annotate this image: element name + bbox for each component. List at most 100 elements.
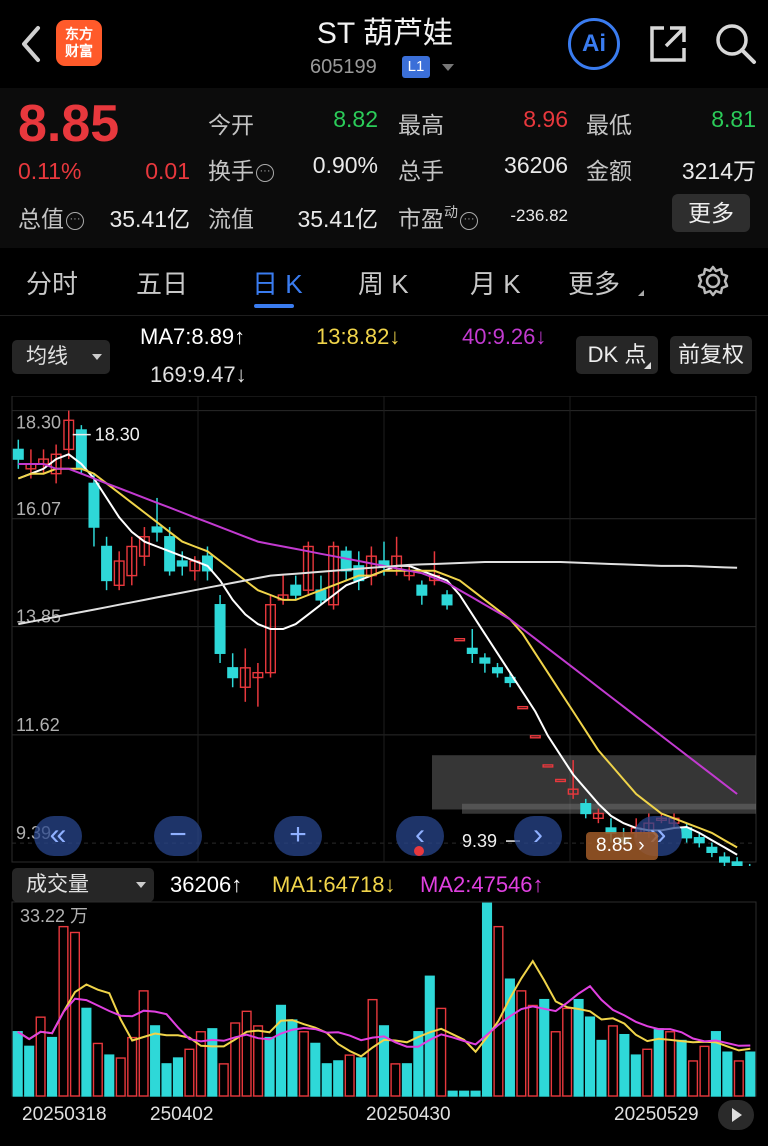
candle-body — [718, 856, 730, 863]
min-annotation: 9.39 — [462, 831, 497, 851]
volume-bar — [424, 975, 435, 1097]
volume-bar — [550, 1031, 561, 1097]
volume-bar — [69, 931, 81, 1097]
volume-max-label: 33.22 万 — [20, 906, 88, 926]
float-value: 35.41亿 — [297, 206, 378, 232]
volume-bar — [310, 1042, 321, 1097]
volume-bar — [493, 925, 504, 1097]
indicator-select[interactable]: 均线 — [12, 340, 110, 374]
zoom-out-button[interactable]: − — [154, 816, 202, 856]
volume-bar — [344, 1054, 355, 1097]
volume-bar — [161, 1063, 172, 1097]
ma-indicator-bar: 均线 MA7:8.89↑ 13:8.82↓ 40:9.26↓ 169:9.47↓… — [0, 316, 768, 396]
open-value: 8.82 — [333, 106, 378, 132]
ai-assistant-icon[interactable]: Ai — [568, 18, 620, 70]
volume-bar — [24, 1045, 35, 1097]
info-icon[interactable]: ··· — [66, 212, 84, 230]
zoom-out-far-button[interactable]: « — [34, 816, 82, 856]
tab-intraday[interactable]: 分时 — [26, 264, 78, 301]
candle-body — [176, 560, 188, 567]
corner-arrow-icon — [638, 290, 644, 296]
date-label: 250402 — [150, 1104, 214, 1125]
active-tab-indicator — [254, 304, 294, 308]
high-value: 8.96 — [523, 106, 568, 132]
float-label: 流值 — [208, 206, 254, 232]
pe-label: 市盈动 ··· — [398, 200, 478, 234]
volume-bar — [127, 1036, 138, 1097]
volume-bar — [218, 1063, 229, 1097]
volume-bar — [321, 1063, 332, 1097]
ma169-label: 169:9.47↓ — [150, 362, 247, 387]
candle-body — [466, 647, 478, 654]
volume-bar — [104, 1054, 115, 1097]
ma13-label: 13:8.82↓ — [316, 324, 401, 349]
stock-name: ST 葫芦娃 — [316, 17, 454, 50]
candle-body — [101, 545, 113, 582]
info-icon[interactable]: ··· — [460, 212, 478, 230]
turnover-value: 0.90% — [312, 152, 378, 178]
volume-chart: 33.22 万 — [11, 901, 757, 1097]
volume-bar — [241, 1010, 252, 1097]
vol-ma2-label: MA2:47546↑ — [420, 872, 544, 897]
gap-zone — [432, 755, 756, 810]
candle-body — [340, 550, 352, 572]
turnover-label: 换手 ··· — [208, 152, 274, 186]
volume-bar — [264, 1036, 275, 1097]
volume-bar — [356, 1057, 367, 1097]
gear-icon[interactable] — [696, 264, 730, 298]
volume-bar — [562, 1007, 573, 1097]
more-button[interactable]: 更多 — [672, 194, 750, 232]
volume-select[interactable]: 成交量 — [12, 868, 154, 902]
tab-weekly-k[interactable]: 周 K — [358, 264, 409, 301]
candle-body — [88, 482, 100, 528]
volume-bar — [596, 1039, 607, 1097]
level-badge[interactable]: L1 — [402, 56, 430, 78]
logo-line1: 东方 — [65, 26, 93, 42]
chevron-down-icon[interactable] — [442, 64, 454, 71]
search-icon[interactable] — [712, 20, 758, 66]
play-button[interactable] — [718, 1100, 754, 1130]
volume-bar — [92, 1042, 103, 1097]
volume-bar — [184, 1048, 195, 1097]
volume-bar — [481, 902, 493, 1097]
kline-chart[interactable]: 18.3016.0713.8511.629.3918.309.39 — [0, 396, 768, 866]
gap-zone — [462, 803, 756, 814]
tab-monthly-k[interactable]: 月 K — [470, 264, 521, 301]
volume-bar — [35, 1016, 46, 1097]
change-value: 0.01 — [145, 158, 190, 184]
candle-body — [517, 705, 529, 710]
max-annotation: 18.30 — [95, 425, 140, 445]
candle-body — [416, 584, 428, 596]
y-tick-label: 18.30 — [16, 413, 61, 433]
tab-five-day[interactable]: 五日 — [136, 264, 188, 301]
corner-arrow-icon — [644, 362, 651, 369]
mcap-label: 总值 ··· — [18, 200, 84, 234]
volume-bar — [687, 1060, 699, 1097]
volume-bar — [619, 1033, 630, 1097]
zoom-in-button[interactable]: + — [274, 816, 322, 856]
chevron-down-icon — [136, 882, 146, 888]
mcap-value: 35.41亿 — [109, 206, 190, 232]
volume-bar — [447, 1090, 458, 1097]
adjust-button[interactable]: 前复权 — [670, 336, 752, 374]
ma-line-ma169 — [18, 561, 738, 626]
pan-right-button[interactable]: › — [514, 816, 562, 856]
change-pct: 0.11% — [18, 158, 82, 184]
open-label: 今开 — [208, 112, 254, 138]
amount-label: 金额 — [586, 158, 632, 184]
volume-bar — [733, 1060, 744, 1097]
y-tick-label: 11.62 — [16, 715, 60, 735]
tab-more[interactable]: 更多 — [568, 264, 620, 301]
volume-bar — [275, 1004, 287, 1097]
tab-daily-k[interactable]: 日 K — [252, 264, 303, 301]
volume-bar — [722, 1051, 733, 1097]
info-icon[interactable]: ··· — [256, 164, 274, 182]
share-icon[interactable] — [646, 22, 690, 66]
back-arrow-icon[interactable] — [16, 24, 46, 64]
volume-value: 36206 — [504, 152, 568, 178]
low-value: 8.81 — [711, 106, 756, 132]
candle-body — [164, 536, 176, 572]
app-logo: 东方 财富 — [56, 20, 102, 66]
candle-body — [491, 667, 503, 674]
candle-body — [151, 526, 163, 533]
